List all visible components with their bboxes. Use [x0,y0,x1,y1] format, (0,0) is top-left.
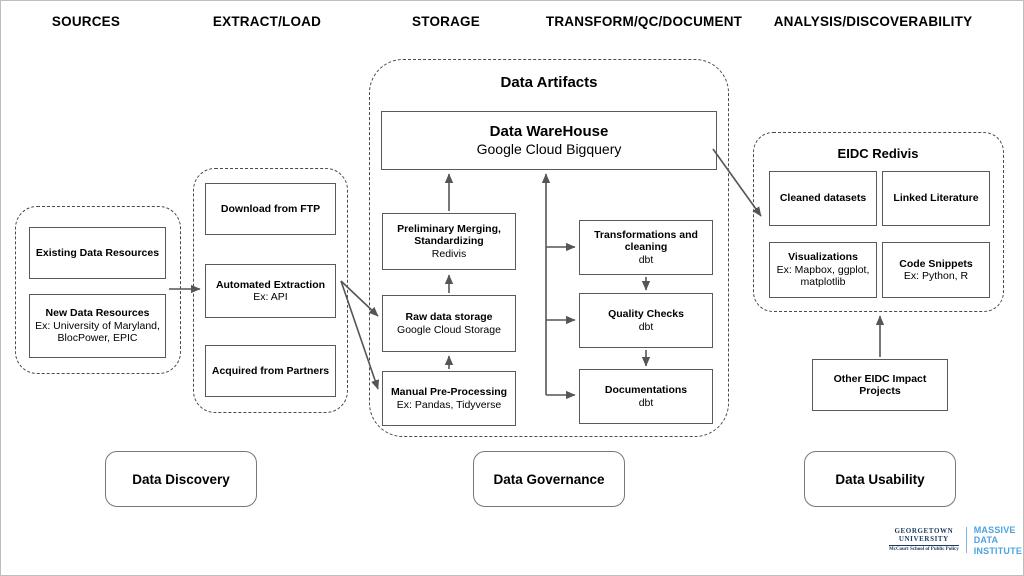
node-title: Code Snippets [899,257,973,270]
mdi-line-1: MASSIVE [973,525,1016,535]
pill-data-governance[interactable]: Data Governance [473,451,625,507]
node-subtitle: Redivis [431,247,467,260]
node-subtitle: Ex: Mapbox, ggplot, matplotlib [776,263,870,289]
node-subtitle: Ex: University of Maryland, BlocPower, E… [35,319,160,345]
node-title: Raw data storage [405,311,493,324]
node-title: Download from FTP [220,202,321,215]
node-data-warehouse[interactable]: Data WareHouse Google Cloud Bigquery [381,111,717,170]
node-raw-data-storage[interactable]: Raw data storage Google Cloud Storage [382,295,516,352]
pill-data-discovery[interactable]: Data Discovery [105,451,257,507]
georgetown-university-logo: GEORGETOWN UNIVERSITY McCourt School of … [889,528,959,552]
group-title-data-artifacts: Data Artifacts [500,74,598,91]
node-subtitle: Ex: Python, R [903,270,969,282]
node-new-data-resources[interactable]: New Data Resources Ex: University of Mar… [29,294,166,358]
column-header-storage: STORAGE [412,14,480,29]
node-title: Other EIDC Impact Projects [833,372,927,397]
node-preliminary-merging-standardizing[interactable]: Preliminary Merging, Standardizing Rediv… [382,213,516,270]
node-existing-data-resources[interactable]: Existing Data Resources [29,227,166,279]
pill-data-usability[interactable]: Data Usability [804,451,956,507]
mdi-line-2: DATA [973,535,999,546]
mccourt-school-line: McCourt School of Public Policy [889,547,959,553]
column-header-transform-qc-document: TRANSFORM/QC/DOCUMENT [545,14,743,29]
node-title: Data WareHouse [489,123,609,141]
diagram-canvas: SOURCES EXTRACT/LOAD STORAGE TRANSFORM/Q… [0,0,1024,576]
node-documentations[interactable]: Documentations dbt [579,369,713,424]
node-subtitle: Google Cloud Bigquery [476,141,622,158]
node-subtitle: dbt [638,320,654,333]
node-title: Existing Data Resources [35,246,160,259]
node-title: Transformations and cleaning [594,228,698,254]
node-transformations-and-cleaning[interactable]: Transformations and cleaning dbt [579,220,713,275]
node-download-from-ftp[interactable]: Download from FTP [205,183,336,235]
node-quality-checks[interactable]: Quality Checks dbt [579,293,713,348]
node-subtitle: dbt [638,396,654,409]
logo-rule [889,544,959,546]
node-title: Preliminary Merging, Standardizing [397,222,501,248]
pill-label: Data Discovery [132,471,230,487]
node-title: New Data Resources [45,307,150,320]
node-subtitle: Ex: API [253,291,288,303]
node-linked-literature[interactable]: Linked Literature [882,171,990,226]
node-code-snippets[interactable]: Code Snippets Ex: Python, R [882,242,990,298]
georgetown-line-2: UNIVERSITY [898,534,949,543]
node-automated-extraction[interactable]: Automated Extraction Ex: API [205,264,336,318]
node-subtitle: Ex: Pandas, Tidyverse [396,398,502,411]
column-header-extract-load: EXTRACT/LOAD [212,14,322,29]
node-subtitle: Google Cloud Storage [397,323,501,336]
node-title: Linked Literature [893,192,979,205]
logo-divider [965,527,967,554]
node-title: Automated Extraction [215,278,326,291]
node-title: Acquired from Partners [211,364,330,377]
column-header-analysis-discoverability: ANALYSIS/DISCOVERABILITY [773,14,973,29]
pill-label: Data Governance [493,471,605,487]
node-title: Cleaned datasets [779,192,867,205]
node-title: Quality Checks [608,308,684,321]
group-title-eidc-redivis: EIDC Redivis [837,146,919,161]
column-header-sources: SOURCES [51,14,121,29]
node-title: Documentations [604,384,688,397]
mdi-line-3: INSTITUTE [973,545,1023,556]
logo-lockup: GEORGETOWN UNIVERSITY McCourt School of … [889,525,1022,556]
node-other-eidc-impact-projects[interactable]: Other EIDC Impact Projects [812,359,948,411]
massive-data-institute-logo: MASSIVE DATA INSTITUTE [974,525,1022,556]
pill-label: Data Usability [835,471,925,487]
node-visualizations[interactable]: Visualizations Ex: Mapbox, ggplot, matpl… [769,242,877,298]
node-subtitle: dbt [638,253,654,266]
node-title: Visualizations [788,251,858,264]
node-manual-pre-processing[interactable]: Manual Pre-Processing Ex: Pandas, Tidyve… [382,371,516,426]
node-cleaned-datasets[interactable]: Cleaned datasets [769,171,877,226]
node-acquired-from-partners[interactable]: Acquired from Partners [205,345,336,397]
node-title: Manual Pre-Processing [390,386,508,399]
